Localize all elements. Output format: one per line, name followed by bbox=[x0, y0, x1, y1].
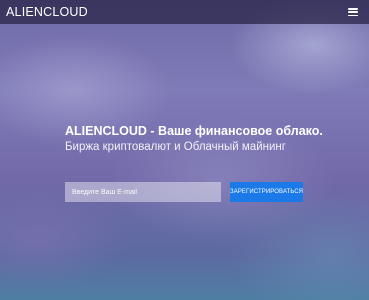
email-input[interactable] bbox=[65, 182, 221, 202]
hamburger-menu-icon[interactable] bbox=[348, 8, 358, 16]
navbar: ALIENCLOUD bbox=[0, 0, 369, 24]
hero-title: ALIENCLOUD - Ваше финансовое облако. bbox=[65, 124, 323, 138]
landing-page: ALIENCLOUD ALIENCLOUD - Ваше финансовое … bbox=[0, 0, 369, 300]
brand-logo-text[interactable]: ALIENCLOUD bbox=[6, 5, 88, 19]
hero-subtitle: Биржа криптовалют и Облачный майнинг bbox=[65, 141, 286, 153]
register-button[interactable]: ЗАРЕГИСТРИРОВАТЬСЯ bbox=[230, 182, 303, 202]
